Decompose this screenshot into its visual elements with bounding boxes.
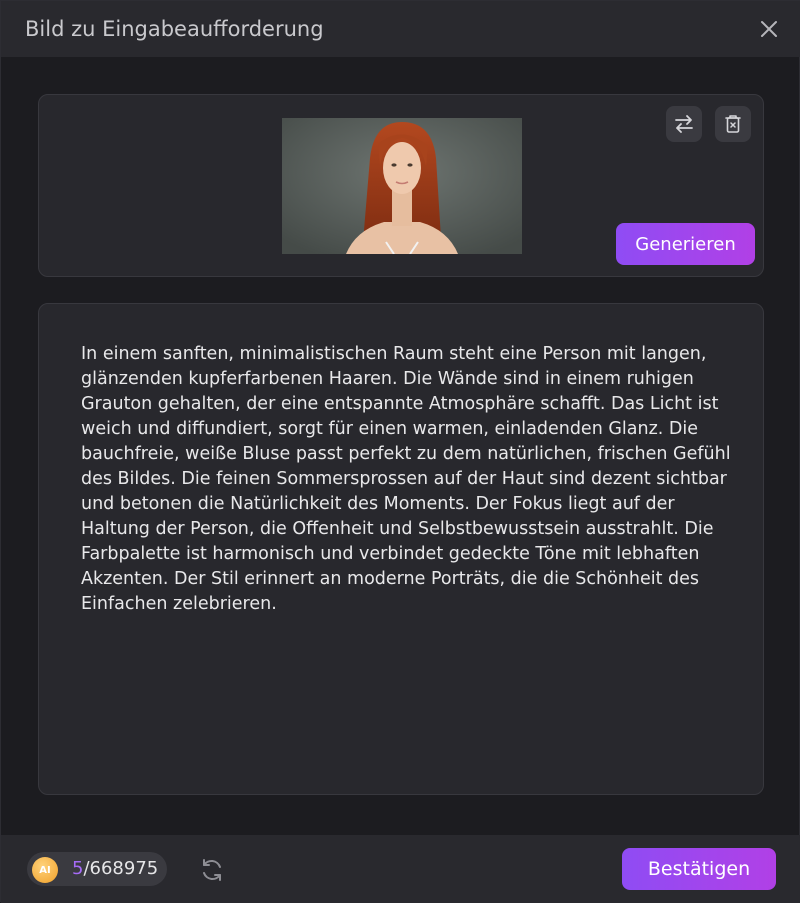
refresh-credits-button[interactable] (197, 855, 227, 885)
image-panel: Generieren (38, 94, 764, 277)
prompt-panel[interactable]: In einem sanften, minimalistischen Raum … (38, 303, 764, 795)
portrait-image (282, 118, 522, 254)
confirm-button[interactable]: Bestätigen (622, 848, 776, 890)
credits-used: 5 (72, 858, 84, 879)
generate-button[interactable]: Generieren (616, 223, 755, 265)
image-to-prompt-dialog: Bild zu Eingabeaufforderung Generieren I… (0, 0, 800, 903)
delete-image-button[interactable] (715, 106, 751, 142)
delete-icon (725, 115, 741, 133)
credits-badge: AI 5/668975 (27, 852, 167, 886)
uploaded-image-preview (282, 118, 522, 254)
swap-image-button[interactable] (666, 106, 702, 142)
close-button[interactable] (755, 15, 783, 43)
swap-arrows-icon (675, 115, 693, 133)
close-icon (761, 21, 777, 37)
dialog-title: Bild zu Eingabeaufforderung (25, 17, 324, 41)
credits-total: 668975 (89, 858, 159, 879)
title-bar: Bild zu Eingabeaufforderung (1, 1, 800, 57)
ai-coin-icon: AI (32, 857, 58, 883)
prompt-text[interactable]: In einem sanften, minimalistischen Raum … (81, 342, 731, 617)
footer-bar: AI 5/668975 Bestätigen (1, 835, 800, 903)
credits-counter: 5/668975 (72, 852, 158, 886)
refresh-icon (203, 859, 221, 881)
